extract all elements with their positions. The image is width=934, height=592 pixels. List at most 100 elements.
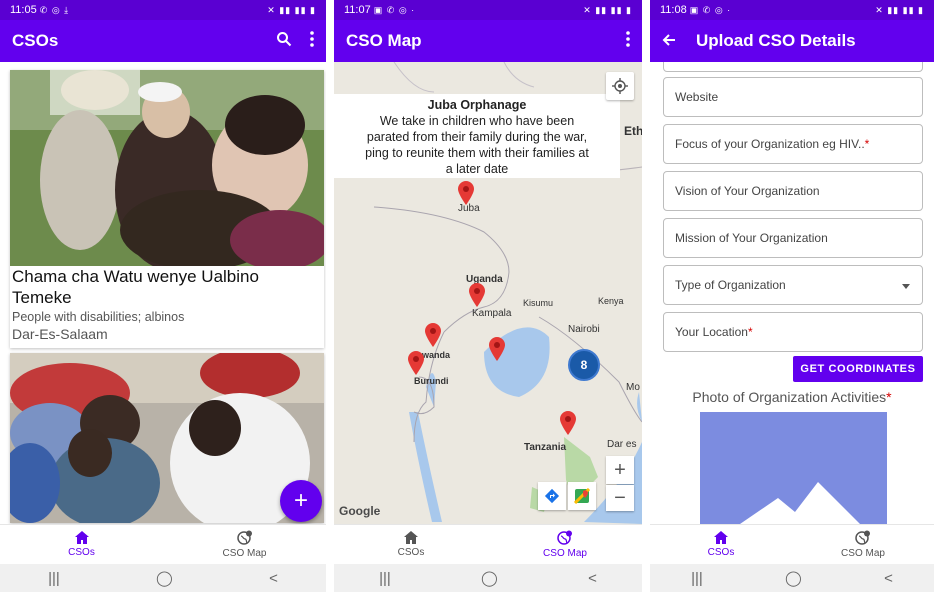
more-vert-icon[interactable] xyxy=(626,31,630,51)
focus-field[interactable]: Focus of your Organization eg HIV.. * xyxy=(663,124,923,164)
map-label-mo: Mo xyxy=(626,382,640,393)
add-cso-button[interactable]: + xyxy=(280,480,322,522)
directions-icon xyxy=(544,488,560,504)
my-location-button[interactable] xyxy=(606,72,634,100)
nav-label: CSO Map xyxy=(543,548,587,559)
map-marker[interactable] xyxy=(468,282,486,308)
system-nav-bar: ||| ◯ < xyxy=(650,564,934,592)
recents-button[interactable]: ||| xyxy=(48,570,60,587)
google-logo: Google xyxy=(339,504,381,518)
photo-section-heading: Photo of Organization Activities* xyxy=(650,389,934,405)
map-marker[interactable] xyxy=(424,322,442,348)
arrow-back-icon[interactable] xyxy=(662,31,676,52)
map-view[interactable]: Juba Orphanage We take in children who h… xyxy=(334,62,642,524)
nav-label: CSO Map xyxy=(841,548,885,559)
directions-button[interactable] xyxy=(538,482,566,510)
nav-item-cso-map[interactable]: CSO Map xyxy=(163,525,326,564)
field-label: Your Location xyxy=(675,325,748,339)
nav-item-cso-map[interactable]: CSO Map xyxy=(792,525,934,564)
required-mark: * xyxy=(747,325,753,339)
get-coordinates-button[interactable]: GET COORDINATES xyxy=(793,356,923,382)
info-window-line: ping to reunite them with their families… xyxy=(365,146,589,160)
zoom-in-button[interactable]: + xyxy=(606,456,634,484)
photo-heading-text: Photo of Organization Activities xyxy=(692,389,887,405)
status-bar: 11:08 ▣ ✆ ◎ · ✕ ▮▮ ▮▮ ▮ xyxy=(650,0,934,20)
bottom-nav: CSOs CSO Map xyxy=(334,524,642,564)
image-placeholder-icon xyxy=(700,412,887,524)
back-button[interactable]: < xyxy=(884,570,893,587)
nav-item-csos[interactable]: CSOs xyxy=(650,525,792,564)
cso-card[interactable] xyxy=(10,353,324,523)
location-field[interactable]: Your Location * xyxy=(663,312,923,352)
status-time: 11:08 xyxy=(660,4,687,16)
cso-focus: People with disabilities; albinos xyxy=(12,310,185,324)
zoom-out-button[interactable]: − xyxy=(606,485,634,511)
bottom-nav: CSOs CSO Map xyxy=(0,524,326,564)
system-nav-bar: ||| ◯ < xyxy=(0,564,326,592)
map-label-kenya: Kenya xyxy=(598,296,624,306)
home-icon xyxy=(74,531,89,547)
field-label: Vision of Your Organization xyxy=(675,184,820,198)
search-icon[interactable] xyxy=(276,31,292,51)
map-marker[interactable] xyxy=(559,410,577,436)
cso-name: Chama cha Watu wenye Ualbino Temeke xyxy=(12,267,259,307)
map-label-nairobi: Nairobi xyxy=(568,324,600,335)
home-icon xyxy=(714,531,728,547)
map-label-burundi: Burundi xyxy=(414,376,449,386)
map-marker[interactable] xyxy=(457,180,475,206)
nav-label: CSO Map xyxy=(222,548,267,559)
globe-pin-icon xyxy=(855,530,871,548)
home-button[interactable]: ◯ xyxy=(785,569,802,587)
map-label-kisumu: Kisumu xyxy=(523,298,554,308)
home-button[interactable]: ◯ xyxy=(481,569,498,587)
page-title: CSO Map xyxy=(346,31,422,50)
previous-field[interactable] xyxy=(663,62,923,72)
nav-item-cso-map[interactable]: CSO Map xyxy=(488,525,642,564)
status-signal-icons: ✕ ▮▮ ▮▮ ▮ xyxy=(875,4,924,15)
field-label: Type of Organization xyxy=(675,278,786,292)
photo-placeholder[interactable] xyxy=(700,412,887,524)
field-label: Mission of Your Organization xyxy=(675,231,828,245)
marker-cluster[interactable]: 8 xyxy=(568,349,600,381)
map-label-tanzania: Tanzania xyxy=(524,442,567,453)
required-mark: * xyxy=(886,389,892,405)
nav-label: CSOs xyxy=(68,547,95,558)
home-button[interactable]: ◯ xyxy=(156,569,173,587)
required-mark: * xyxy=(864,137,870,151)
info-window-line: a later date xyxy=(445,162,509,176)
cso-list-screen: 11:05 ✆ ◎ ⤓ ✕ ▮▮ ▮▮ ▮ CSOs Chama cha Wat… xyxy=(0,0,326,592)
nav-label: CSOs xyxy=(397,547,425,558)
crosshair-icon xyxy=(612,78,628,94)
status-icons: ✆ ◎ ⤓ xyxy=(39,5,70,15)
open-maps-button[interactable] xyxy=(568,482,596,510)
cso-card[interactable]: Chama cha Watu wenye Ualbino Temeke Peop… xyxy=(10,70,324,348)
status-icons: ▣ ✆ ◎ · xyxy=(373,5,416,15)
field-label: Website xyxy=(675,90,719,104)
recents-button[interactable]: ||| xyxy=(691,570,703,587)
status-icons: ▣ ✆ ◎ · xyxy=(689,5,732,15)
upload-cso-screen: 11:08 ▣ ✆ ◎ · ✕ ▮▮ ▮▮ ▮ Upload CSO Detai… xyxy=(650,0,934,592)
map-label-dar: Dar es xyxy=(607,439,637,450)
upload-form: Website Focus of your Organization eg HI… xyxy=(650,62,934,524)
back-button[interactable]: < xyxy=(588,570,597,587)
map-label-kampala: Kampala xyxy=(472,308,512,319)
map-info-window[interactable]: Juba Orphanage We take in children who h… xyxy=(334,94,620,178)
back-button[interactable]: < xyxy=(269,570,278,587)
mission-field[interactable]: Mission of Your Organization xyxy=(663,218,923,258)
map-marker[interactable] xyxy=(407,350,425,376)
more-vert-icon[interactable] xyxy=(310,31,314,51)
map-label-eth: Eth xyxy=(624,124,642,138)
status-bar: 11:07 ▣ ✆ ◎ · ✕ ▮▮ ▮▮ ▮ xyxy=(334,0,642,20)
map-marker[interactable] xyxy=(488,336,506,362)
nav-item-csos[interactable]: CSOs xyxy=(334,525,488,564)
cso-card-photo xyxy=(10,353,324,523)
nav-label: CSOs xyxy=(707,547,735,558)
vision-field[interactable]: Vision of Your Organization xyxy=(663,171,923,211)
recents-button[interactable]: ||| xyxy=(379,570,391,587)
nav-item-csos[interactable]: CSOs xyxy=(0,525,163,564)
info-window-line: We take in children who have been xyxy=(379,114,575,128)
organization-type-select[interactable]: Type of Organization xyxy=(663,265,923,305)
cso-card-photo xyxy=(10,70,324,266)
status-time: 11:05 xyxy=(10,4,37,16)
website-field[interactable]: Website xyxy=(663,77,923,117)
